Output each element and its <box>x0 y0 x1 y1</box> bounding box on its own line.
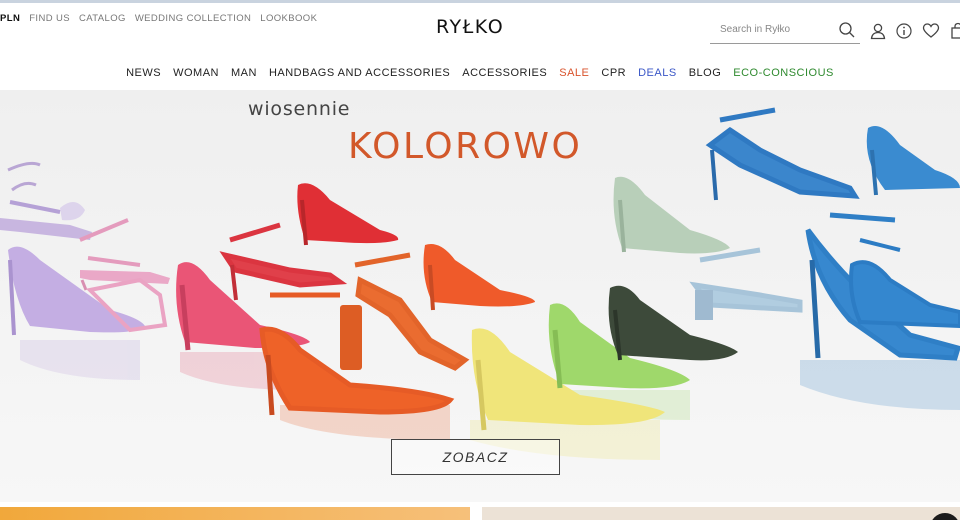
zobacz-button[interactable]: ZOBACZ <box>391 439 560 475</box>
search-input[interactable] <box>710 17 828 41</box>
nav-eco-conscious[interactable]: ECO-CONSCIOUS <box>733 67 834 79</box>
nav-woman[interactable]: WOMAN <box>173 67 219 79</box>
nav-deals[interactable]: DEALS <box>638 67 677 79</box>
catalog-link[interactable]: CATALOG <box>79 13 126 24</box>
promo-banner-left[interactable] <box>0 507 470 520</box>
nav-blog[interactable]: BLOG <box>689 67 722 79</box>
nav-cpr[interactable]: CPR <box>601 67 626 79</box>
bag-icon[interactable] <box>950 22 960 40</box>
find-us-link[interactable]: FIND US <box>29 13 70 24</box>
promo-banner-right[interactable] <box>482 507 960 520</box>
main-nav: NEWS WOMAN MAN HANDBAGS AND ACCESSORIES … <box>0 67 960 79</box>
nav-accessories[interactable]: ACCESSORIES <box>462 67 547 79</box>
currency-selector[interactable]: PLN <box>0 13 20 24</box>
utility-nav: PLN FIND US CATALOG WEDDING COLLECTION L… <box>0 13 317 24</box>
info-icon[interactable] <box>895 22 913 40</box>
search-icon[interactable] <box>838 21 856 39</box>
hero-title: KOLOROWO <box>348 126 583 167</box>
user-icon[interactable] <box>869 22 887 40</box>
nav-handbags-and-accessories[interactable]: HANDBAGS AND ACCESSORIES <box>269 67 450 79</box>
nav-man[interactable]: MAN <box>231 67 257 79</box>
hero-banner[interactable]: wiosennie KOLOROWO ZOBACZ <box>0 90 960 502</box>
site-logo[interactable]: RYŁKO <box>436 16 504 38</box>
site-header: PLN FIND US CATALOG WEDDING COLLECTION L… <box>0 3 960 57</box>
hero-subtitle: wiosennie <box>248 98 351 120</box>
nav-sale[interactable]: SALE <box>559 67 589 79</box>
wedding-collection-link[interactable]: WEDDING COLLECTION <box>135 13 251 24</box>
heart-icon[interactable] <box>922 22 940 40</box>
search-box <box>710 17 860 44</box>
nav-news[interactable]: NEWS <box>126 67 161 79</box>
lookbook-link[interactable]: LOOKBOOK <box>260 13 317 24</box>
